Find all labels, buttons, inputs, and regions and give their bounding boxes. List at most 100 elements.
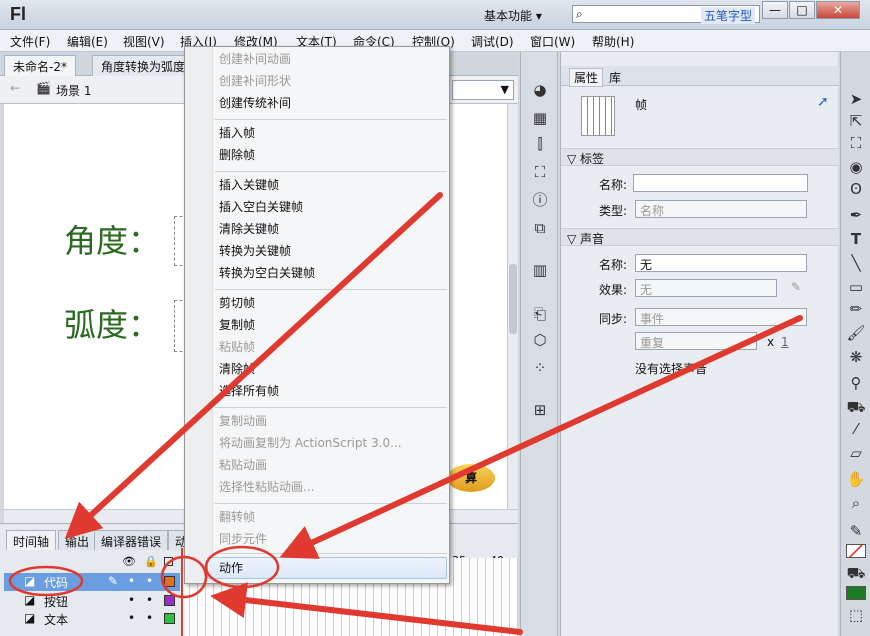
line-tool-icon[interactable]: ╲ xyxy=(845,252,867,274)
search-input[interactable]: ⌕ 五笔字型 xyxy=(572,5,760,24)
menu-item-insert-keyframe[interactable]: 插入关键帧 xyxy=(219,175,279,196)
fill-color-swatch[interactable] xyxy=(846,586,866,600)
menu-item-paste-motion[interactable]: 粘贴动画 xyxy=(219,455,267,476)
dot-visible[interactable]: • xyxy=(128,574,135,588)
menu-item-actions[interactable]: 动作 xyxy=(219,558,243,579)
menu-item-copy-motion[interactable]: 复制动画 xyxy=(219,411,267,432)
tab-timeline[interactable]: 时间轴 xyxy=(6,530,57,550)
effect-dropdown[interactable]: 无 xyxy=(635,279,777,297)
presets-icon[interactable]: ⁘ xyxy=(530,358,550,378)
menu-item-create-classic-tween[interactable]: 创建传统补间 xyxy=(219,93,291,114)
frame-type-dropdown[interactable]: 名称 xyxy=(635,200,807,218)
selection-tool-icon[interactable]: ➤ xyxy=(845,88,867,110)
menu-item-reverse-frames[interactable]: 翻转帧 xyxy=(219,507,255,528)
workspace-switcher[interactable]: 基本功能 ▾ xyxy=(484,7,542,24)
stroke-color-swatch[interactable] xyxy=(846,544,866,558)
back-arrow-icon[interactable]: ← xyxy=(10,81,20,95)
zoom-tool-icon[interactable]: ⌕ xyxy=(845,492,867,514)
menu-file[interactable]: 文件(F) xyxy=(10,33,50,50)
subselection-tool-icon[interactable]: ⇱ xyxy=(845,110,867,132)
menu-item-convert-to-blank-keyframe[interactable]: 转换为空白关键帧 xyxy=(219,263,315,284)
menu-item-synchronize-symbols[interactable]: 同步元件 xyxy=(219,529,267,550)
free-transform-tool-icon[interactable]: ⛶ xyxy=(845,132,867,154)
lock-icon[interactable]: 🔒 xyxy=(144,555,158,568)
tab-properties[interactable]: 属性 xyxy=(569,68,604,87)
menu-item-clear-frames[interactable]: 清除帧 xyxy=(219,359,255,380)
brush-tool-icon[interactable]: 🖌 xyxy=(845,322,867,344)
pen-tool-icon[interactable]: ✒ xyxy=(845,204,867,226)
layer-color-swatch[interactable] xyxy=(164,595,175,606)
help-icon[interactable]: ➚ xyxy=(817,94,829,110)
minimize-button[interactable]: — xyxy=(762,1,788,19)
tab-output[interactable]: 输出 xyxy=(58,530,97,550)
paint-bucket-tool-icon[interactable]: ⛟ xyxy=(845,396,867,418)
menu-item-copy-frames[interactable]: 复制帧 xyxy=(219,315,255,336)
menu-item-create-motion-tween[interactable]: 创建补间动画 xyxy=(219,49,291,70)
pencil-edit-icon[interactable]: ✎ xyxy=(791,280,801,294)
dot-lock[interactable]: • xyxy=(146,611,153,625)
bone-tool-icon[interactable]: ⚲ xyxy=(845,372,867,394)
menu-item-insert-frame[interactable]: 插入帧 xyxy=(219,123,255,144)
menu-edit[interactable]: 编辑(E) xyxy=(67,33,108,50)
eraser-tool-icon[interactable]: ▱ xyxy=(845,442,867,464)
actions-icon[interactable]: ⎗ xyxy=(530,304,550,324)
outline-icon[interactable] xyxy=(164,557,173,566)
zoom-dropdown[interactable]: ▼ xyxy=(452,80,514,100)
color-icon[interactable]: ◕ xyxy=(530,80,550,100)
label-section-header[interactable]: ▽ 标签 xyxy=(561,148,839,166)
pencil-tool-icon[interactable]: ✏ xyxy=(845,298,867,320)
scene-panel-icon[interactable]: ⊞ xyxy=(530,400,550,420)
tab-library[interactable]: 库 xyxy=(609,69,621,86)
menu-item-cut-frames[interactable]: 剪切帧 xyxy=(219,293,255,314)
menu-item-create-shape-tween[interactable]: 创建补间形状 xyxy=(219,71,291,92)
menu-help[interactable]: 帮助(H) xyxy=(592,33,634,50)
scroll-thumb[interactable] xyxy=(509,264,517,334)
lasso-tool-icon[interactable]: ʘ xyxy=(845,178,867,200)
layer-color-swatch[interactable] xyxy=(164,576,175,587)
stage-vertical-scrollbar[interactable] xyxy=(507,104,518,509)
close-button[interactable]: ✕ xyxy=(816,1,860,19)
tab-compiler-errors[interactable]: 编译器错误 xyxy=(94,530,169,550)
tab-untitled[interactable]: 未命名-2* xyxy=(4,55,76,76)
calculate-button[interactable]: 算 xyxy=(447,464,495,492)
menu-item-clear-keyframe[interactable]: 清除关键帧 xyxy=(219,219,279,240)
frame-name-input[interactable] xyxy=(633,174,808,192)
layer-row-code[interactable]: ◪ 代码 ✎ • • xyxy=(4,573,180,591)
menu-item-insert-blank-keyframe[interactable]: 插入空白关键帧 xyxy=(219,197,303,218)
maximize-button[interactable]: □ xyxy=(789,1,815,19)
layer-row-button[interactable]: ◪ 按钮 • • xyxy=(4,592,180,610)
text-tool-icon[interactable]: T xyxy=(845,228,867,250)
sound-name-dropdown[interactable]: 无 xyxy=(635,254,807,272)
layer-row-text[interactable]: ◪ 文本 • • xyxy=(4,610,180,628)
menu-item-convert-to-keyframe[interactable]: 转换为关键帧 xyxy=(219,241,291,262)
tab-angle-convert[interactable]: 角度转换为弧度 xyxy=(92,55,195,76)
layer-color-swatch[interactable] xyxy=(164,613,175,624)
sync-dropdown[interactable]: 事件 xyxy=(635,308,807,326)
playhead[interactable] xyxy=(181,548,183,636)
library-icon[interactable]: ▥ xyxy=(530,260,550,280)
swap-colors-icon[interactable]: ⬚ xyxy=(845,604,867,626)
menu-item-paste-motion-special[interactable]: 选择性粘贴动画... xyxy=(219,477,314,498)
eye-icon[interactable]: 👁 xyxy=(122,555,136,568)
dot-visible[interactable]: • xyxy=(128,611,135,625)
repeat-count[interactable]: 1 xyxy=(781,335,789,349)
transform-icon[interactable]: ⛶ xyxy=(530,162,550,182)
eyedropper-tool-icon[interactable]: ⁄ xyxy=(845,418,867,440)
fill-color-bucket-icon[interactable]: ⛟ xyxy=(845,562,867,584)
menu-item-delete-frame[interactable]: 删除帧 xyxy=(219,145,255,166)
menu-view[interactable]: 视图(V) xyxy=(123,33,165,50)
rectangle-tool-icon[interactable]: ▭ xyxy=(845,276,867,298)
menu-item-copy-motion-as-as3[interactable]: 将动画复制为 ActionScript 3.0... xyxy=(219,433,402,454)
movie-explorer-icon[interactable]: ⬡ xyxy=(530,330,550,350)
repeat-dropdown[interactable]: 重复 xyxy=(635,332,757,350)
swatches-icon[interactable]: ▦ xyxy=(530,108,550,128)
stroke-color-pencil-icon[interactable]: ✎ xyxy=(845,520,867,542)
menu-window[interactable]: 窗口(W) xyxy=(530,33,575,50)
dot-lock[interactable]: • xyxy=(146,593,153,607)
hand-tool-icon[interactable]: ✋ xyxy=(845,468,867,490)
3d-rotation-tool-icon[interactable]: ◉ xyxy=(845,156,867,178)
menu-item-select-all-frames[interactable]: 选择所有帧 xyxy=(219,381,279,402)
align-icon[interactable]: ⫿ xyxy=(530,134,550,154)
deco-tool-icon[interactable]: ❋ xyxy=(845,346,867,368)
menu-debug[interactable]: 调试(D) xyxy=(471,33,514,50)
